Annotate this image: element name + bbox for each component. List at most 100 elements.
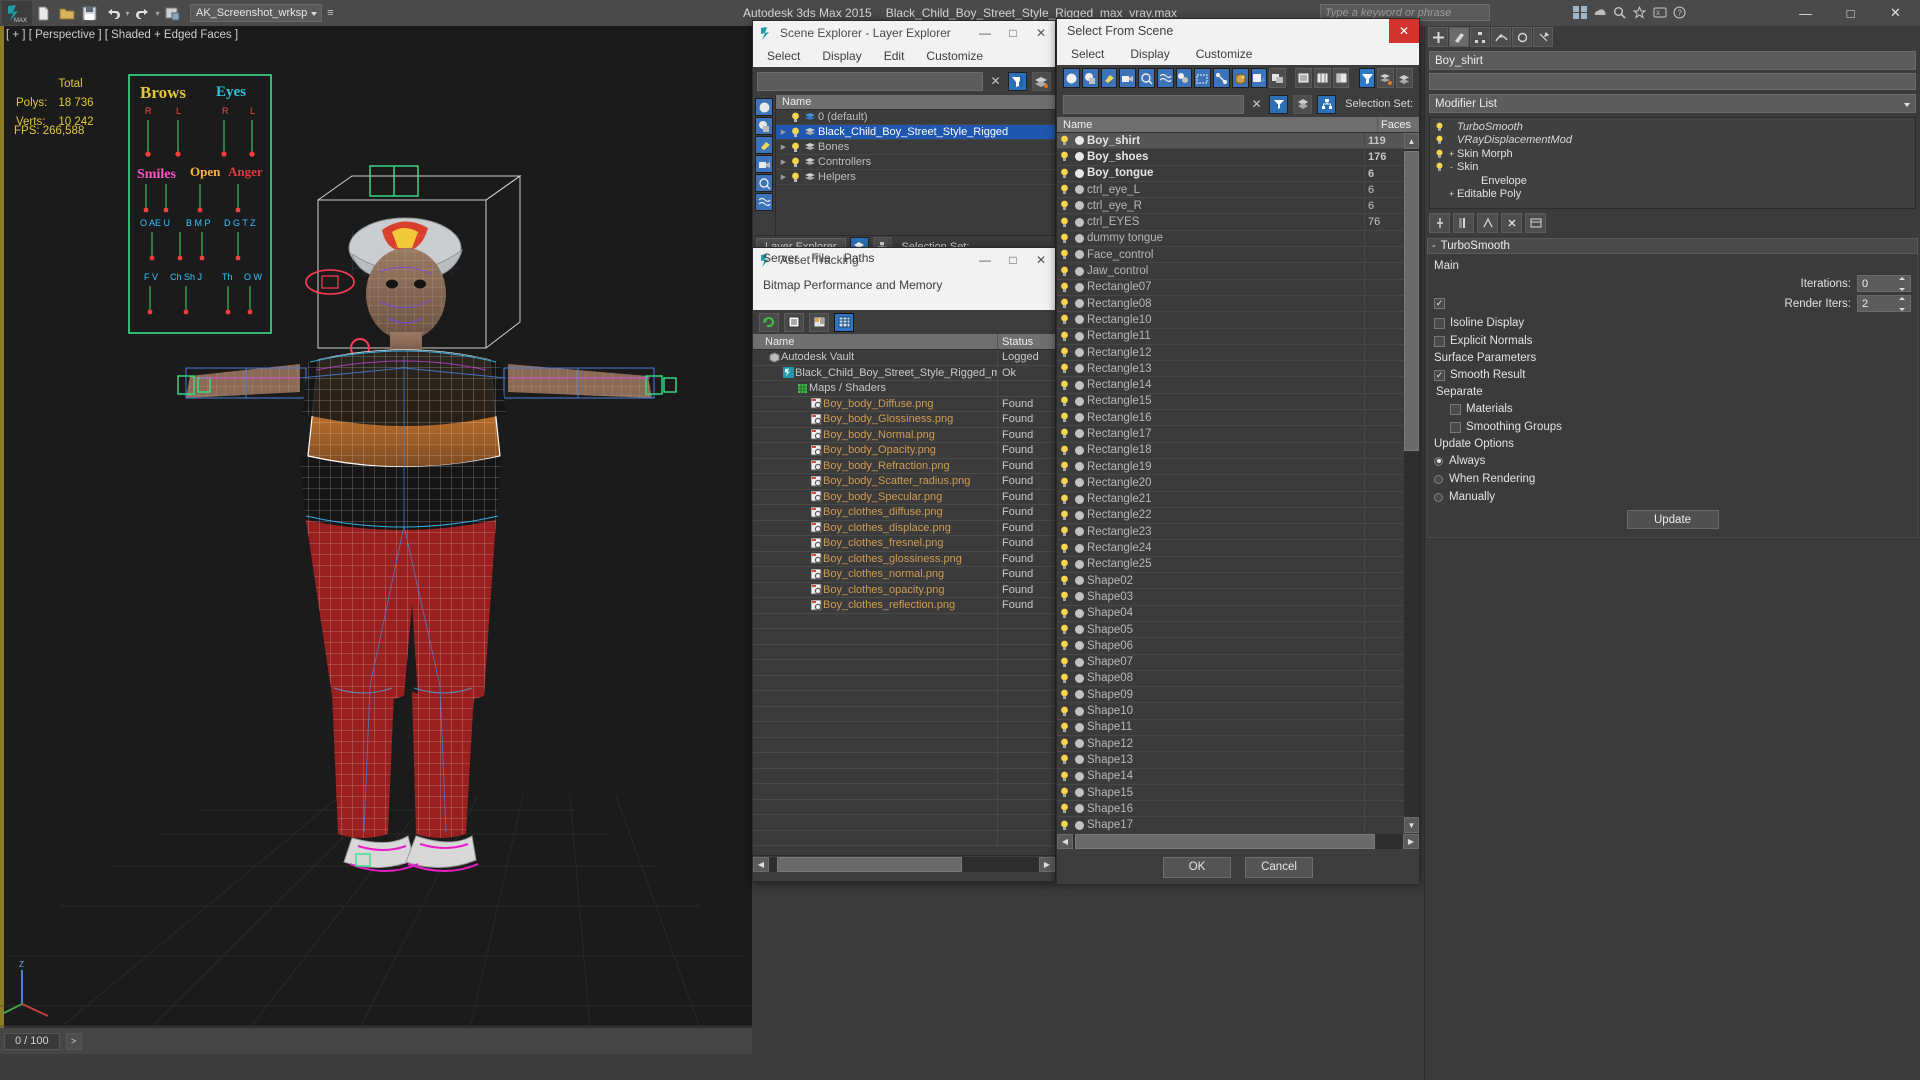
light-bulb-icon[interactable] <box>1057 282 1071 293</box>
qat-overflow-icon[interactable]: ≡ <box>322 2 338 24</box>
sort-icon[interactable] <box>1377 68 1395 88</box>
display-detail-icon[interactable] <box>1332 68 1350 88</box>
asset-row[interactable]: Black_Child_Boy_Street_Style_Rigged_max_… <box>753 365 1055 381</box>
modifier-expand-icon[interactable]: + <box>1446 149 1457 159</box>
sfs-search-input[interactable] <box>1063 94 1245 114</box>
light-bulb-icon[interactable] <box>789 112 802 123</box>
at-col-status[interactable]: Status <box>997 334 1055 349</box>
autodesk-360-icon[interactable] <box>1591 3 1608 22</box>
expand-icon[interactable]: ▶ <box>778 143 789 151</box>
scene-object-row[interactable]: Jaw_control <box>1057 263 1406 280</box>
workspace-grid-icon[interactable] <box>1571 3 1588 22</box>
asset-row[interactable]: Boy_clothes_displace.png Found <box>753 520 1055 536</box>
light-bulb-icon[interactable] <box>1057 363 1071 374</box>
light-bulb-icon[interactable] <box>1057 526 1071 537</box>
tab-utilities[interactable] <box>1533 27 1553 47</box>
cancel-button[interactable]: Cancel <box>1245 856 1313 878</box>
light-bulb-icon[interactable] <box>1057 706 1071 717</box>
scene-object-row[interactable]: Rectangle08 <box>1057 295 1406 313</box>
sfs-menu-display[interactable]: Display <box>1130 47 1169 61</box>
asset-row[interactable]: Boy_clothes_glossiness.png Found <box>753 551 1055 567</box>
scene-object-row[interactable]: Boy_shoes 176 <box>1057 149 1406 166</box>
iterations-spinner[interactable]: 0 <box>1857 275 1911 292</box>
tab-hierarchy[interactable] <box>1470 27 1490 47</box>
turbosmooth-rollout-header[interactable]: - TurboSmooth <box>1427 238 1918 254</box>
undo-icon[interactable] <box>102 2 123 24</box>
tab-display[interactable] <box>1512 27 1532 47</box>
light-bulb-icon[interactable] <box>1057 135 1071 146</box>
make-unique-icon[interactable] <box>1477 213 1498 233</box>
light-bulb-icon[interactable] <box>1057 559 1071 570</box>
sfs-filter-icon[interactable] <box>1269 94 1289 114</box>
se-column-name[interactable]: Name <box>776 95 1055 110</box>
open-file-icon[interactable] <box>56 2 77 24</box>
close-button[interactable]: ✕ <box>1873 0 1918 26</box>
modifier-expand-icon[interactable]: + <box>1446 189 1457 199</box>
asset-row[interactable]: Boy_clothes_opacity.png Found <box>753 582 1055 598</box>
scroll-left-icon[interactable]: ◀ <box>753 857 769 872</box>
update-always-radio[interactable]: Always <box>1434 453 1911 469</box>
scene-object-row[interactable]: Shape16 <box>1057 801 1406 818</box>
light-bulb-icon[interactable] <box>1057 771 1071 782</box>
clear-search-icon[interactable]: ✕ <box>1249 95 1264 114</box>
scene-explorer-title-bar[interactable]: Scene Explorer - Layer Explorer — □ ✕ <box>753 21 1055 45</box>
sfs-layers-icon[interactable] <box>1293 94 1313 114</box>
perspective-viewport[interactable]: [ + ] [ Perspective ] [ Shaded + Edged F… <box>0 26 752 1054</box>
filter-xrefs-icon[interactable] <box>1194 68 1211 88</box>
scene-object-row[interactable]: Rectangle18 <box>1057 442 1406 459</box>
light-bulb-icon[interactable] <box>1057 266 1071 277</box>
modifier-stack-row[interactable]: VRayDisplacementMod <box>1430 134 1915 148</box>
asset-tracking-close[interactable]: ✕ <box>1027 248 1055 272</box>
refresh-icon[interactable] <box>759 312 779 332</box>
render-iters-checkbox[interactable] <box>1434 296 1450 312</box>
scene-object-row[interactable]: Shape13 <box>1057 752 1406 769</box>
modifier-bulb-icon[interactable] <box>1433 122 1446 132</box>
filter-cameras-icon[interactable] <box>755 155 773 173</box>
select-from-scene-close-button[interactable]: ✕ <box>1389 19 1419 43</box>
exchange-app-icon[interactable]: X <box>1651 3 1668 22</box>
filter-helpers-icon[interactable] <box>755 174 773 192</box>
scene-object-row[interactable]: Shape12 <box>1057 735 1406 753</box>
frame-counter[interactable]: 0 / 100 <box>4 1032 60 1050</box>
detail-view-icon[interactable] <box>809 312 829 332</box>
expand-icon[interactable]: ▶ <box>778 173 789 181</box>
at-menu-bitmap[interactable]: Bitmap Performance and Memory <box>763 278 942 292</box>
new-file-icon[interactable] <box>33 2 54 24</box>
scene-object-row[interactable]: Shape04 <box>1057 605 1406 622</box>
light-bulb-icon[interactable] <box>1057 428 1071 439</box>
expand-icon[interactable]: ▶ <box>778 158 789 166</box>
scene-object-row[interactable]: Rectangle13 <box>1057 361 1406 378</box>
modifier-stack-row[interactable]: + Editable Poly <box>1430 188 1915 202</box>
light-bulb-icon[interactable] <box>1057 445 1071 456</box>
asset-row[interactable]: Maps / Shaders <box>753 381 1055 397</box>
modifier-bulb-icon[interactable] <box>1433 135 1446 145</box>
scroll-left-icon[interactable]: ◀ <box>1057 834 1073 849</box>
object-color-swatch[interactable] <box>1429 73 1916 90</box>
light-bulb-icon[interactable] <box>1057 347 1071 358</box>
scroll-down-icon[interactable]: ▼ <box>1404 817 1419 833</box>
sfs-col-name[interactable]: Name <box>1057 117 1377 132</box>
viewport-3d-scene[interactable]: Z Brows Eyes R L R L Smiles Open Anger O… <box>0 26 752 1054</box>
scene-object-row[interactable]: Shape08 <box>1057 670 1406 688</box>
asset-row[interactable]: Boy_body_Diffuse.png Found <box>753 396 1055 412</box>
scene-object-row[interactable]: ctrl_eye_L 6 <box>1057 181 1406 199</box>
light-bulb-icon[interactable] <box>1057 673 1071 684</box>
scene-object-row[interactable]: Face_control <box>1057 247 1406 264</box>
modifier-stack-row[interactable]: - Skin <box>1430 161 1915 175</box>
display-list-icon[interactable] <box>1295 68 1312 88</box>
redo-dropdown-icon[interactable]: ▾ <box>154 2 161 24</box>
redo-icon[interactable] <box>132 2 153 24</box>
se-menu-customize[interactable]: Customize <box>926 49 983 63</box>
light-bulb-icon[interactable] <box>1057 510 1071 521</box>
modifier-stack-row[interactable]: + Skin Morph <box>1430 147 1915 161</box>
light-bulb-icon[interactable] <box>1057 151 1071 162</box>
asset-row[interactable]: Boy_body_Refraction.png Found <box>753 458 1055 474</box>
configure-modifier-sets-icon[interactable] <box>1525 213 1546 233</box>
se-row-1[interactable]: ▶ Black_Child_Boy_Street_Style_Rigged <box>776 125 1055 140</box>
light-bulb-icon[interactable] <box>1057 233 1071 244</box>
at-menu-server[interactable]: Server <box>763 251 798 265</box>
scene-object-row[interactable]: Shape03 <box>1057 589 1406 606</box>
scene-object-row[interactable]: Rectangle24 <box>1057 540 1406 557</box>
object-name-field[interactable]: Boy_shirt <box>1429 51 1916 70</box>
table-view-icon[interactable] <box>834 312 854 332</box>
